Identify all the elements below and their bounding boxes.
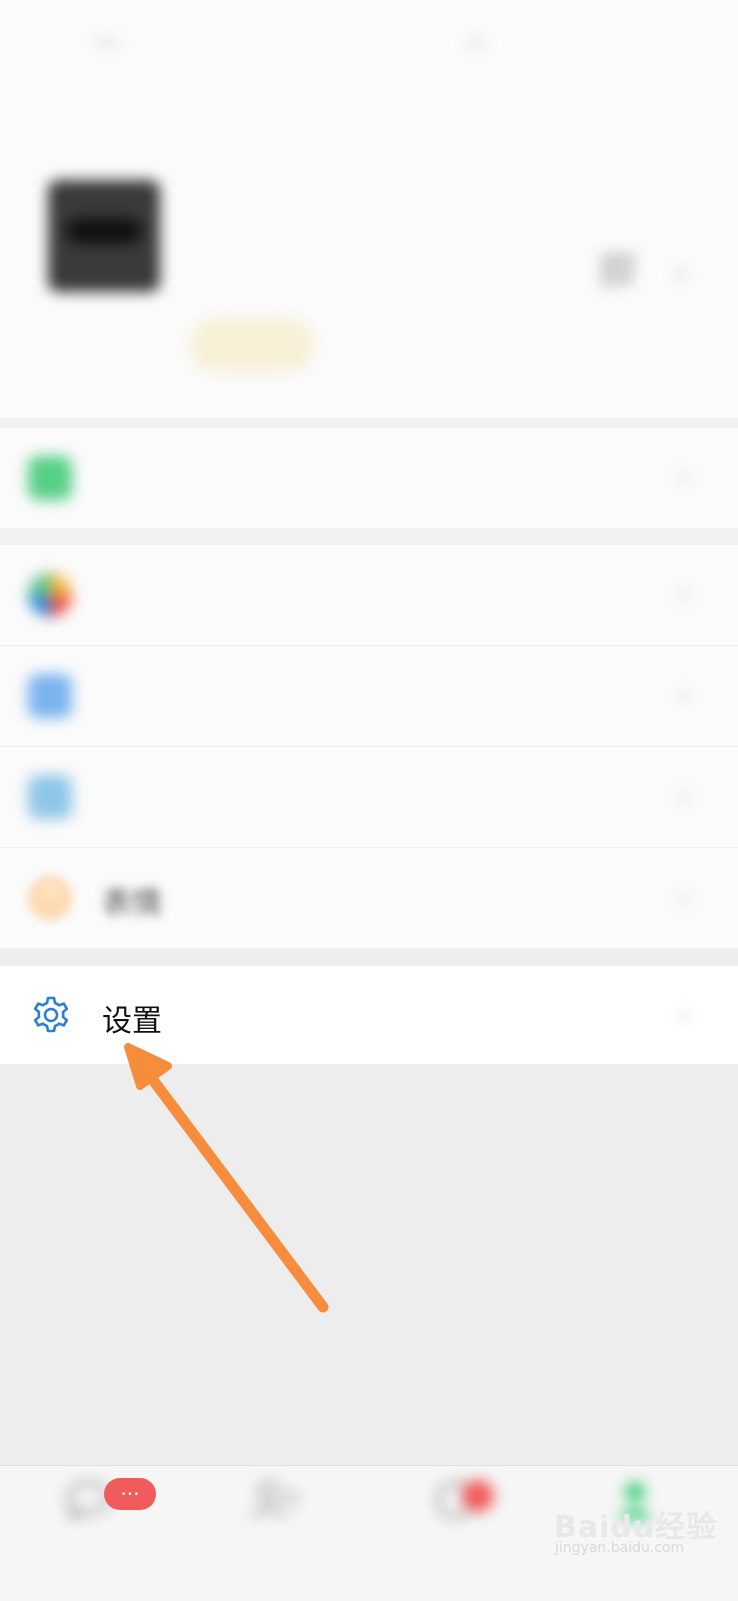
status-button[interactable] (190, 318, 314, 372)
gear-icon (30, 994, 72, 1036)
smiley-icon (26, 874, 74, 922)
status-bar-right: … (465, 25, 487, 50)
menu-item-settings[interactable]: 设置 › (0, 966, 738, 1064)
chevron-right-icon: › (678, 577, 690, 612)
menu-item-moments[interactable]: › (0, 646, 738, 746)
red-dot-badge (462, 1480, 494, 1512)
moments-icon (28, 674, 72, 718)
unread-badge: ··· (104, 1478, 156, 1510)
pay-icon (28, 456, 72, 500)
avatar-sunglasses (66, 218, 142, 244)
chevron-right-icon: › (678, 678, 690, 713)
menu-item-favorites[interactable]: › (0, 545, 738, 645)
tab-contacts[interactable] (225, 1480, 325, 1590)
section-divider (0, 418, 738, 428)
status-bar-left: … (95, 22, 119, 50)
section-divider (0, 948, 738, 966)
chevron-right-icon: › (678, 460, 690, 495)
section-divider (0, 528, 738, 545)
menu-item-label: 设置 (102, 1004, 162, 1039)
contacts-icon (251, 1480, 299, 1520)
menu-item-cards[interactable]: › (0, 747, 738, 847)
chevron-right-icon: › (678, 779, 690, 814)
cards-icon (28, 775, 72, 819)
profile-wechat-id (190, 252, 590, 288)
profile-nickname (190, 178, 490, 228)
favorites-icon (28, 573, 72, 617)
menu-item-sticker[interactable]: 表情 › (0, 848, 738, 948)
watermark-subtext: jingyan.baidu.com (555, 1540, 685, 1556)
status-bar: … … (0, 0, 738, 100)
menu-item-pay[interactable]: › (0, 428, 738, 528)
baidu-watermark: Baidu经验 jingyan.baidu.com (550, 1498, 735, 1558)
qr-code-icon[interactable] (600, 252, 636, 288)
menu-item-label: 表情 (102, 886, 162, 921)
avatar[interactable] (48, 180, 160, 292)
chevron-right-icon: › (675, 256, 687, 289)
chevron-right-icon: › (678, 880, 690, 915)
chevron-right-icon: › (678, 998, 690, 1033)
